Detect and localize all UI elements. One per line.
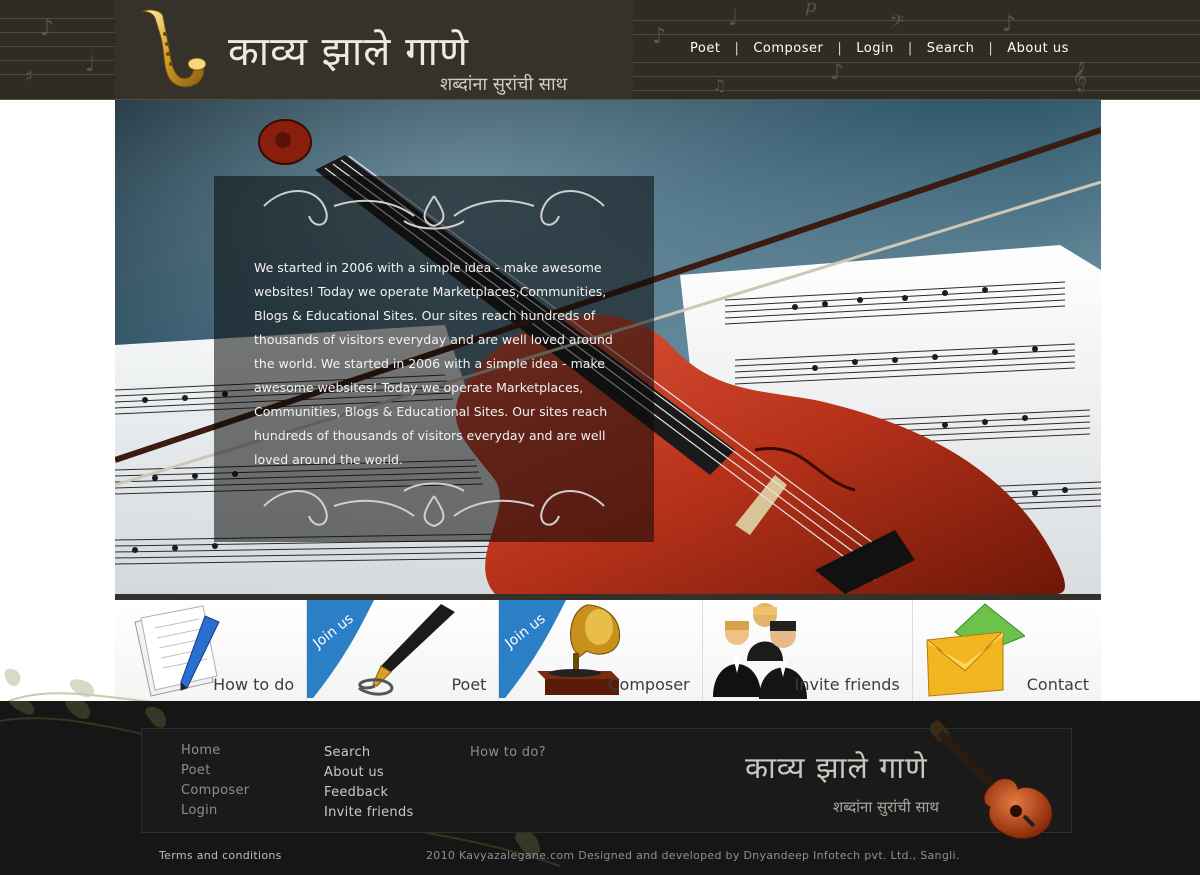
bass-clef-icon: 𝄢 bbox=[890, 12, 905, 37]
nav-poet[interactable]: Poet bbox=[676, 41, 734, 56]
staff-line bbox=[633, 34, 1200, 35]
feature-invite-friends[interactable]: Invite friends bbox=[702, 600, 913, 701]
feature-strip: How to do Join us Poet Join us Composer bbox=[115, 600, 1101, 701]
footer-link-about-us[interactable]: About us bbox=[324, 763, 414, 783]
music-note-icon: ♩ bbox=[728, 6, 739, 31]
staff-line bbox=[633, 62, 1200, 63]
copyright-text: 2010 Kavyazalegane.com Designed and deve… bbox=[426, 849, 960, 862]
site-header: ♪ ♩ ♯ ♪ ♩ p 𝄢 ♪ ♪ 𝄞 ♫ काव्य झाले गाणे शब… bbox=[0, 0, 1200, 100]
feature-label: How to do bbox=[213, 675, 295, 694]
nav-login[interactable]: Login bbox=[842, 41, 908, 56]
treble-clef-icon: 𝄞 bbox=[1072, 62, 1088, 92]
nav-search[interactable]: Search bbox=[913, 41, 989, 56]
nav-composer[interactable]: Composer bbox=[739, 41, 837, 56]
hero-banner: We started in 2006 with a simple idea - … bbox=[115, 100, 1101, 594]
music-note-icon: ♪ bbox=[830, 60, 845, 85]
footer-link-poet[interactable]: Poet bbox=[181, 761, 249, 781]
terms-link[interactable]: Terms and conditions bbox=[159, 849, 282, 862]
feature-label: Invite friends bbox=[794, 675, 900, 694]
music-note-icon: ♪ bbox=[1002, 12, 1017, 37]
footer-link-how-to-do[interactable]: How to do? bbox=[470, 743, 546, 763]
main-nav: Poet | Composer | Login | Search | About… bbox=[676, 41, 1083, 56]
feature-composer[interactable]: Join us Composer bbox=[499, 600, 703, 701]
intro-paragraph: We started in 2006 with a simple idea - … bbox=[254, 260, 613, 467]
footer-link-login[interactable]: Login bbox=[181, 801, 249, 821]
staff-line bbox=[633, 20, 1200, 21]
footer-link-feedback[interactable]: Feedback bbox=[324, 783, 414, 803]
footer-col-help: How to do? bbox=[470, 743, 546, 763]
sharp-icon: ♯ bbox=[25, 66, 34, 87]
site-logo-title[interactable]: काव्य झाले गाणे bbox=[228, 22, 469, 77]
people-group-icon bbox=[712, 603, 807, 699]
music-note-icon: ♪ bbox=[652, 24, 667, 49]
feature-label: Poet bbox=[451, 675, 487, 694]
site-logo-tagline: शब्दांना सुरांची साथ bbox=[440, 74, 568, 95]
footer-col-main: Home Poet Composer Login bbox=[181, 741, 249, 821]
fountain-pen-icon bbox=[358, 604, 456, 696]
music-note-icon: ♪ bbox=[40, 16, 55, 41]
ornament-flourish-bottom bbox=[263, 482, 605, 528]
staff-line bbox=[0, 74, 115, 75]
guitar-icon bbox=[930, 720, 1053, 839]
footer-col-info: Search About us Feedback Invite friends bbox=[324, 743, 414, 823]
staff-line bbox=[0, 46, 115, 47]
staff-line bbox=[0, 32, 115, 33]
footer-link-invite-friends[interactable]: Invite friends bbox=[324, 803, 414, 823]
music-note-icon: ♫ bbox=[712, 76, 727, 95]
feature-label: Composer bbox=[608, 675, 690, 694]
footer-link-home[interactable]: Home bbox=[181, 741, 249, 761]
feature-contact[interactable]: Contact bbox=[912, 600, 1101, 701]
saxophone-icon bbox=[140, 9, 207, 88]
feature-label: Contact bbox=[1026, 675, 1089, 694]
footer-link-search[interactable]: Search bbox=[324, 743, 414, 763]
site-footer: Home Poet Composer Login Search About us… bbox=[0, 701, 1200, 875]
intro-text-panel: We started in 2006 with a simple idea - … bbox=[214, 176, 654, 542]
dynamic-p-icon: p bbox=[805, 0, 817, 17]
staff-line bbox=[0, 60, 115, 61]
footer-logo-title: काव्य झाले गाणे bbox=[745, 751, 928, 786]
feature-poet[interactable]: Join us Poet bbox=[307, 600, 500, 701]
envelope-icon bbox=[926, 603, 1025, 697]
staff-line bbox=[0, 18, 115, 19]
footer-link-composer[interactable]: Composer bbox=[181, 781, 249, 801]
vine-leaf-decoration bbox=[0, 668, 161, 705]
ornament-flourish-top bbox=[263, 190, 605, 230]
footer-logo-tagline: शब्दांना सुरांची साथ bbox=[833, 798, 939, 816]
nav-about-us[interactable]: About us bbox=[993, 41, 1083, 56]
music-note-icon: ♩ bbox=[85, 52, 96, 77]
